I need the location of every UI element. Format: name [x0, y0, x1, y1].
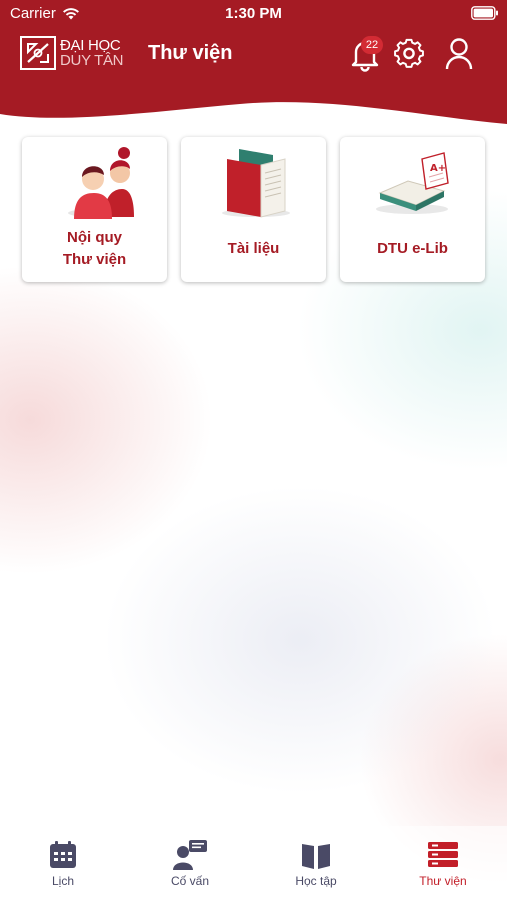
- user-profile-icon[interactable]: [442, 36, 476, 72]
- page-title: Thư viện: [148, 42, 233, 64]
- elib-tile[interactable]: A+ DTU e-Lib: [340, 137, 485, 282]
- logo-line2: DUY TÂN: [60, 52, 124, 69]
- tab-calendar[interactable]: Lịch: [0, 826, 126, 900]
- rules-tile-line1: Nội quy: [67, 229, 122, 246]
- library-icon: [428, 842, 458, 867]
- documents-tile-label: Tài liệu: [227, 240, 280, 257]
- tab-study-label: Học tập: [295, 874, 337, 888]
- university-logo: ĐẠI HỌC DUY TÂN: [20, 36, 124, 70]
- tab-advisor[interactable]: Cố vấn: [127, 826, 253, 900]
- app-screen: Carrier 1:30 PM ĐẠI HỌC DUY TÂN Thư viện…: [0, 0, 507, 900]
- ebook-icon: A+: [376, 152, 449, 214]
- bottom-tab-bar: Lịch Cố vấn Học tập Thư viện: [0, 826, 507, 900]
- gear-icon[interactable]: [392, 36, 426, 72]
- documents-tile[interactable]: Tài liệu: [181, 137, 326, 282]
- status-right: [471, 6, 499, 24]
- svg-text:A+: A+: [430, 163, 446, 174]
- logo-text: ĐẠI HỌC DUY TÂN: [60, 37, 124, 69]
- tab-library[interactable]: Thư viện: [380, 826, 506, 900]
- logo-emblem-icon: [27, 43, 49, 63]
- students-icon: [68, 147, 134, 219]
- status-bar: Carrier 1:30 PM: [0, 0, 507, 28]
- elib-tile-label: DTU e-Lib: [377, 240, 448, 257]
- library-menu-grid: Nội quy Thư viện Tài liệu A+ DTU e-Lib: [22, 137, 486, 284]
- tab-study[interactable]: Học tập: [253, 826, 379, 900]
- rules-tile[interactable]: Nội quy Thư viện: [22, 137, 167, 282]
- battery-icon: [471, 6, 498, 20]
- header-wave: [0, 86, 507, 124]
- tab-advisor-label: Cố vấn: [170, 874, 210, 888]
- tab-library-label: Thư viện: [419, 874, 467, 888]
- status-time: 1:30 PM: [225, 5, 282, 22]
- advisor-icon: [173, 840, 207, 870]
- rules-tile-line2: Thư viện: [62, 251, 127, 268]
- book-icon: [302, 844, 330, 869]
- books-icon: [222, 149, 290, 218]
- logo-line1: ĐẠI HỌC: [60, 37, 121, 54]
- notification-badge: 22: [361, 36, 383, 54]
- app-header: ĐẠI HỌC DUY TÂN Thư viện 22: [0, 28, 507, 88]
- calendar-icon: [50, 841, 76, 868]
- logo-mark: [20, 36, 56, 70]
- tab-calendar-label: Lịch: [51, 874, 74, 888]
